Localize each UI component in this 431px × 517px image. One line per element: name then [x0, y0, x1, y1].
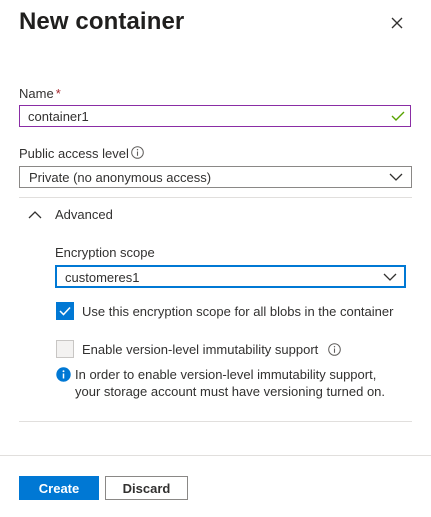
immutability-info-message: In order to enable version-level immutab… — [75, 367, 386, 399]
chevron-down-icon — [383, 273, 397, 281]
info-icon[interactable] — [131, 146, 144, 159]
new-container-panel: New container Name* Public access level … — [0, 0, 431, 517]
checkmark-icon — [391, 111, 405, 121]
discard-button[interactable]: Discard — [105, 476, 188, 500]
immutability-label[interactable]: Enable version-level immutability suppor… — [82, 342, 318, 357]
name-input[interactable] — [28, 108, 378, 124]
close-icon[interactable] — [386, 12, 408, 34]
footer-divider — [0, 455, 431, 456]
chevron-up-icon — [28, 211, 42, 219]
info-filled-icon — [56, 367, 71, 382]
checkmark-icon — [59, 306, 71, 316]
encryption-scope-value: customeres1 — [65, 270, 140, 285]
section-divider-bottom — [19, 421, 412, 422]
use-scope-checkbox[interactable] — [56, 302, 74, 320]
name-label-text: Name — [19, 86, 54, 101]
required-marker: * — [55, 86, 61, 101]
chevron-down-icon — [389, 173, 403, 181]
public-access-select[interactable]: Private (no anonymous access) — [19, 166, 412, 188]
encryption-scope-label: Encryption scope — [55, 245, 155, 260]
name-field[interactable] — [19, 105, 411, 127]
public-access-label: Public access level — [19, 146, 129, 161]
use-scope-label[interactable]: Use this encryption scope for all blobs … — [82, 304, 393, 319]
name-label: Name * — [19, 86, 61, 101]
advanced-label: Advanced — [55, 207, 113, 222]
immutability-checkbox[interactable] — [56, 340, 74, 358]
panel-title: New container — [19, 8, 185, 35]
encryption-scope-select[interactable]: customeres1 — [55, 265, 406, 288]
section-divider-top — [19, 197, 412, 198]
public-access-value: Private (no anonymous access) — [29, 170, 212, 185]
info-icon[interactable] — [328, 343, 341, 356]
create-button[interactable]: Create — [19, 476, 99, 500]
